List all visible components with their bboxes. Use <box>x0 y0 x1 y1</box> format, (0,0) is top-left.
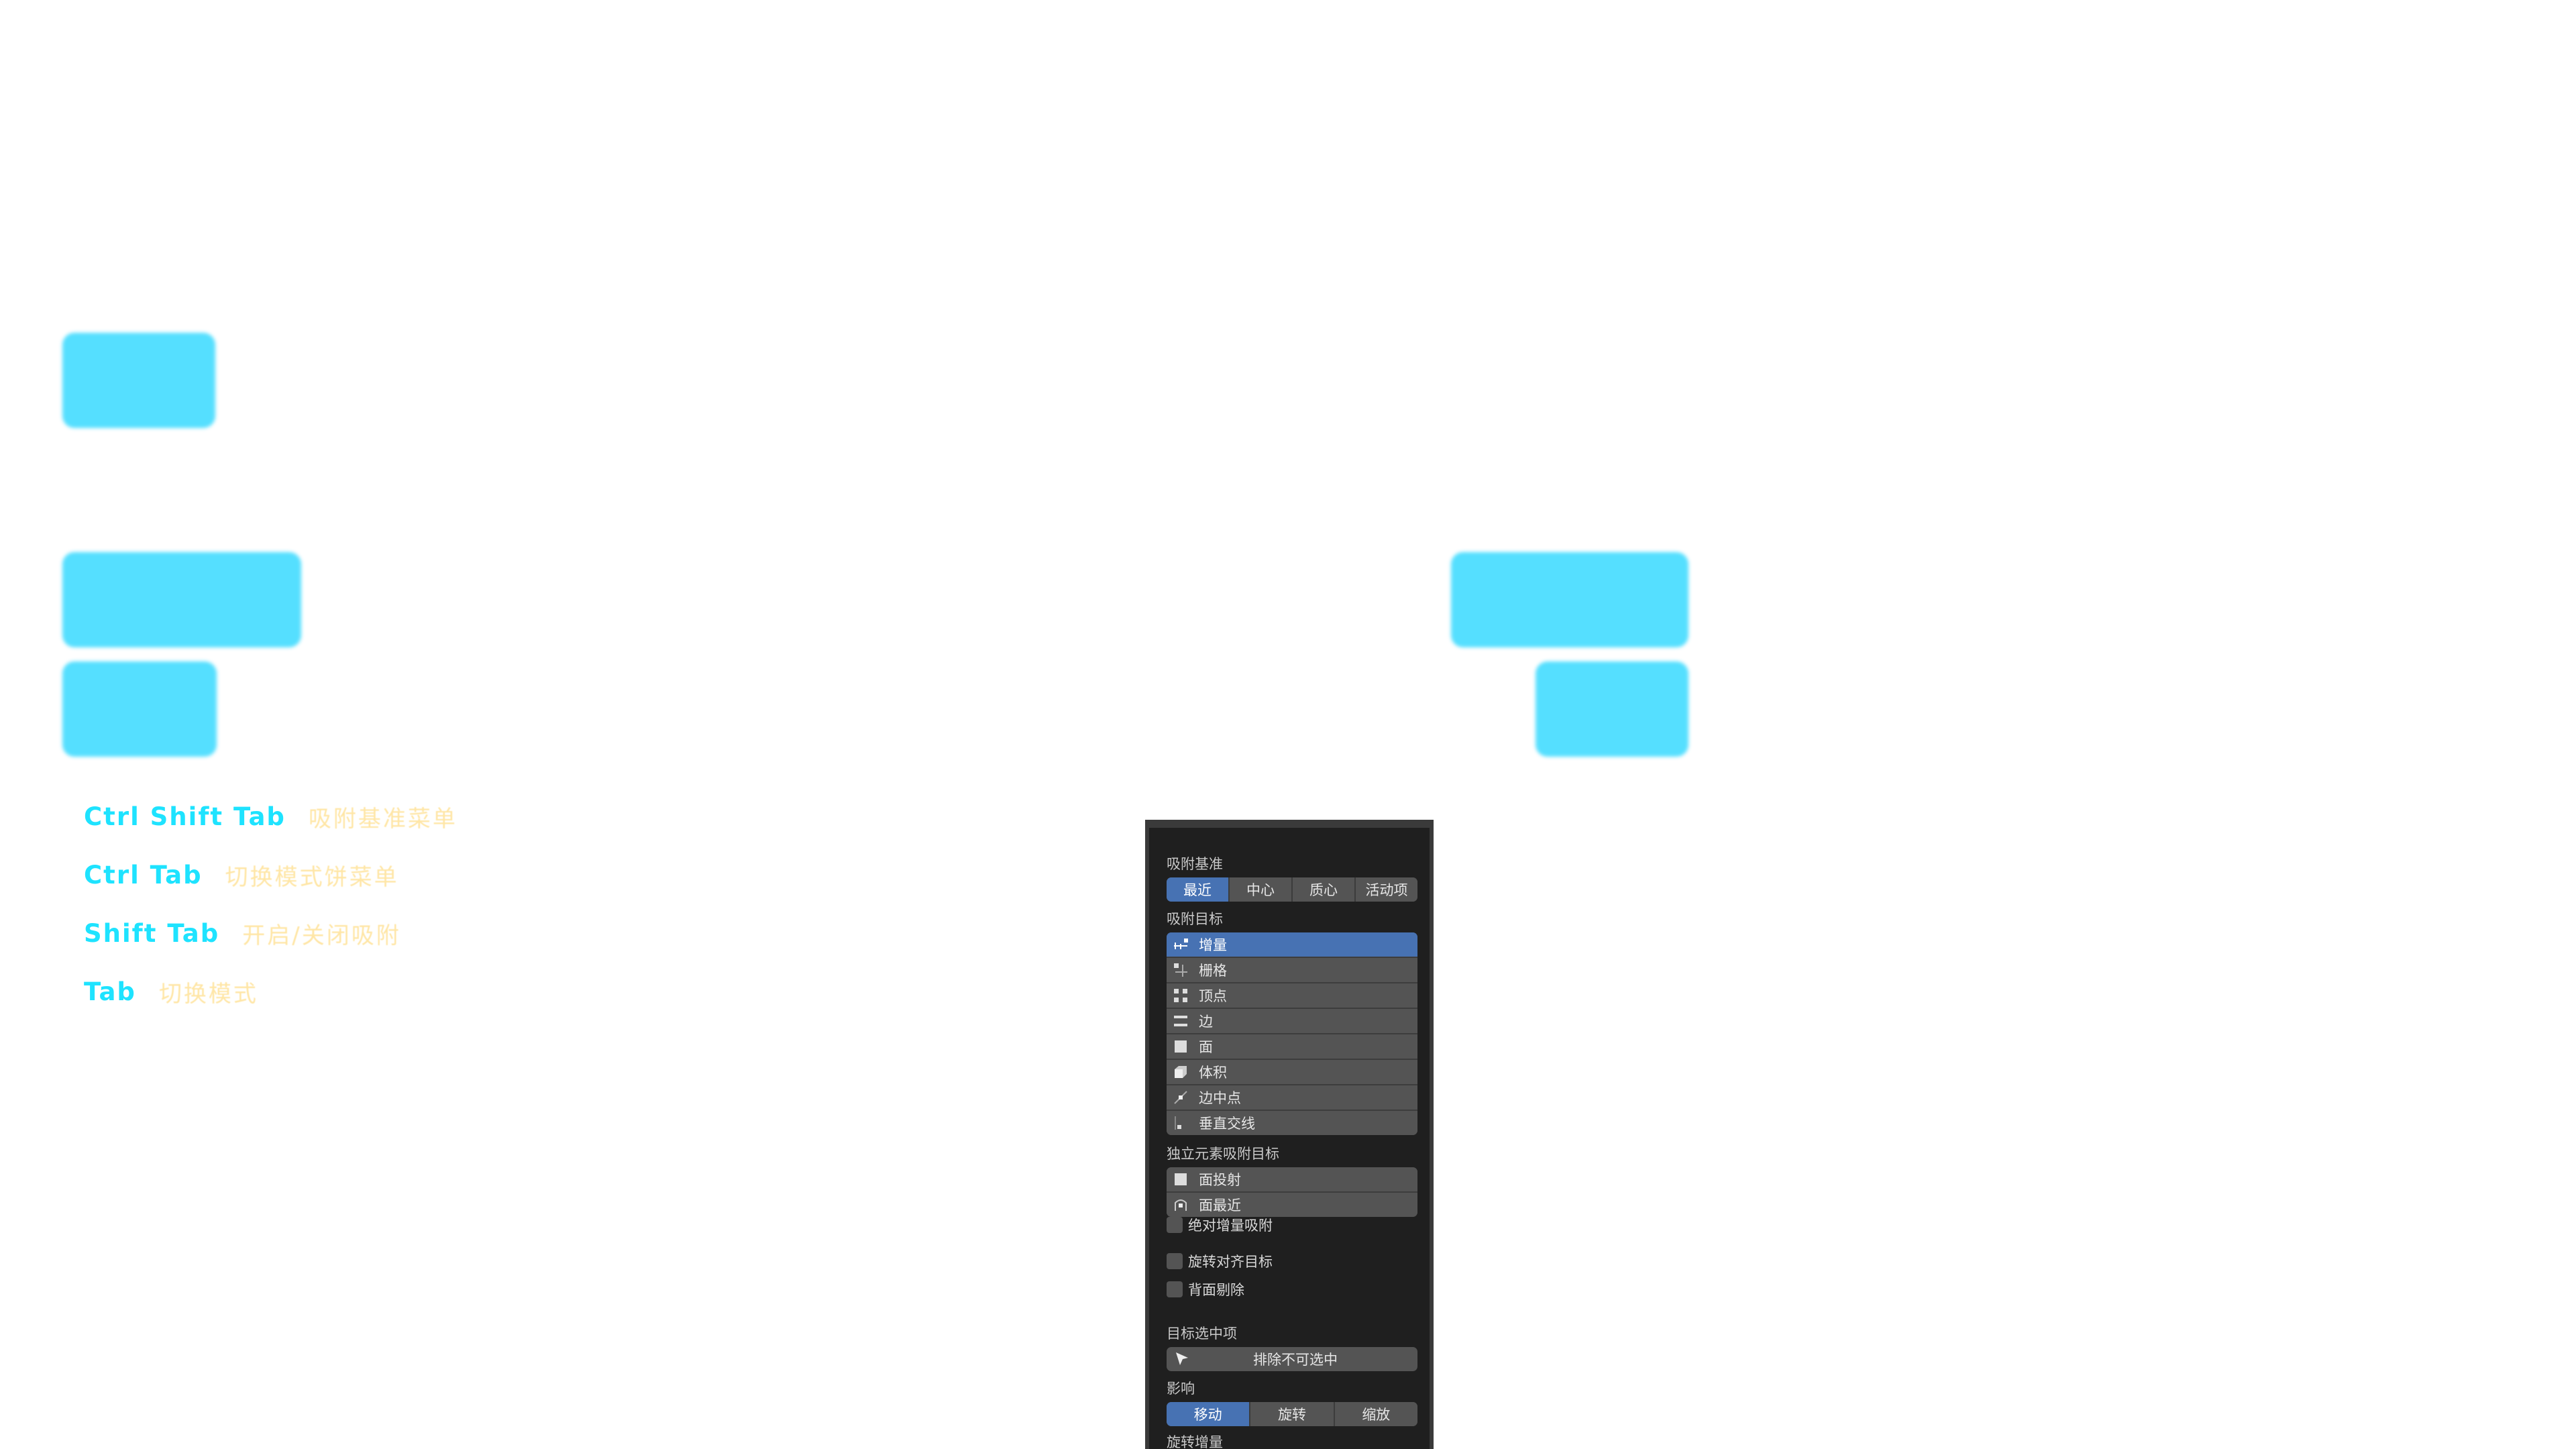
snap-target-increment[interactable]: 增量 <box>1167 932 1417 958</box>
shortcut-row: Ctrl Tab 切换模式饼菜单 <box>84 855 399 895</box>
snap-base-center-button[interactable]: 中心 <box>1230 877 1293 902</box>
button-label: 排除不可选中 <box>1253 1352 1338 1368</box>
list-item-label: 面最近 <box>1199 1197 1241 1214</box>
rotation-increment-label: 旋转增量 <box>1167 1434 1223 1449</box>
snap-target-grid[interactable]: 栅格 <box>1167 958 1417 983</box>
shortcut-description: 切换模式饼菜单 <box>225 863 399 891</box>
volume-icon <box>1172 1063 1189 1081</box>
canvas: Ctrl Shift Tab 吸附基准菜单 Ctrl Tab 切换模式饼菜单 S… <box>0 0 2576 1449</box>
snap-target-edge-midpoint[interactable]: 边中点 <box>1167 1085 1417 1111</box>
list-item-label: 边 <box>1199 1014 1213 1030</box>
cyan-block-5 <box>1536 661 1688 757</box>
snap-target-face[interactable]: 面 <box>1167 1034 1417 1060</box>
snap-settings-panel: 吸附基准 最近 中心 质心 活动项 吸附目标 增量 栅格 顶点 边 面 体积 边… <box>1145 820 1434 1449</box>
snap-base-selector: 最近 中心 质心 活动项 <box>1167 877 1417 902</box>
exclude-non-selectable-button[interactable]: 排除不可选中 <box>1167 1347 1417 1371</box>
checkbox-label: 背面剔除 <box>1188 1282 1244 1298</box>
vertex-icon <box>1172 987 1189 1004</box>
snap-target-volume[interactable]: 体积 <box>1167 1060 1417 1085</box>
shortcut-key: Tab <box>84 977 136 1006</box>
shortcut-description: 吸附基准菜单 <box>308 805 458 833</box>
backface-culling-checkbox[interactable]: 背面剔除 <box>1167 1279 1244 1300</box>
list-item-label: 垂直交线 <box>1199 1116 1255 1132</box>
shortcut-key: Ctrl Shift Tab <box>84 802 286 831</box>
affect-rotate-button[interactable]: 旋转 <box>1250 1402 1335 1426</box>
face-nearest-icon <box>1172 1196 1189 1214</box>
checkbox-box[interactable] <box>1167 1217 1183 1233</box>
shortcut-row: Tab 切换模式 <box>84 971 258 1012</box>
shortcut-key: Ctrl Tab <box>84 860 203 890</box>
affect-scale-button[interactable]: 缩放 <box>1334 1402 1417 1426</box>
checkbox-box[interactable] <box>1167 1253 1183 1269</box>
list-item-label: 面 <box>1199 1039 1213 1055</box>
snap-target-label: 吸附目标 <box>1167 911 1223 927</box>
checkbox-label: 绝对增量吸附 <box>1188 1218 1273 1234</box>
cursor-icon <box>1173 1350 1191 1368</box>
individual-target-face-nearest[interactable]: 面最近 <box>1167 1193 1417 1217</box>
absolute-increment-checkbox[interactable]: 绝对增量吸附 <box>1167 1214 1273 1236</box>
checkbox-box[interactable] <box>1167 1281 1183 1297</box>
grid-icon <box>1172 961 1189 979</box>
align-rotation-checkbox[interactable]: 旋转对齐目标 <box>1167 1250 1273 1272</box>
snap-target-vertex[interactable]: 顶点 <box>1167 983 1417 1009</box>
cyan-block-1 <box>62 333 215 428</box>
individual-target-list: 面投射 面最近 <box>1167 1167 1417 1217</box>
affect-selector: 移动 旋转 缩放 <box>1167 1402 1417 1426</box>
list-item-label: 栅格 <box>1199 963 1227 979</box>
affect-move-button[interactable]: 移动 <box>1167 1402 1251 1426</box>
face-project-icon <box>1172 1171 1189 1188</box>
list-item-label: 边中点 <box>1199 1090 1241 1106</box>
list-item-label: 体积 <box>1199 1065 1227 1081</box>
cyan-block-4 <box>1451 552 1688 647</box>
cyan-block-2 <box>62 552 301 647</box>
shortcut-key: Shift Tab <box>84 918 220 948</box>
shortcut-description: 开启/关闭吸附 <box>242 922 401 949</box>
cyan-block-3 <box>62 661 217 757</box>
list-item-label: 面投射 <box>1199 1172 1241 1188</box>
snap-target-list: 增量 栅格 顶点 边 面 体积 边中点 垂直交线 <box>1167 932 1417 1135</box>
snap-target-edge[interactable]: 边 <box>1167 1009 1417 1034</box>
snap-base-median-button[interactable]: 质心 <box>1293 877 1356 902</box>
snap-base-closest-button[interactable]: 最近 <box>1167 877 1230 902</box>
checkbox-label: 旋转对齐目标 <box>1188 1254 1273 1270</box>
shortcut-row: Ctrl Shift Tab 吸附基准菜单 <box>84 796 458 837</box>
list-item-label: 增量 <box>1199 937 1227 953</box>
edge-midpoint-icon <box>1172 1089 1189 1106</box>
snap-base-active-button[interactable]: 活动项 <box>1356 877 1417 902</box>
snap-target-perpendicular[interactable]: 垂直交线 <box>1167 1111 1417 1135</box>
affect-label: 影响 <box>1167 1381 1195 1397</box>
individual-target-label: 独立元素吸附目标 <box>1167 1146 1279 1162</box>
list-item-label: 顶点 <box>1199 988 1227 1004</box>
perpendicular-icon <box>1172 1114 1189 1132</box>
individual-target-face-project[interactable]: 面投射 <box>1167 1167 1417 1193</box>
increment-icon <box>1172 936 1189 953</box>
face-icon <box>1172 1038 1189 1055</box>
shortcut-row: Shift Tab 开启/关闭吸附 <box>84 913 401 953</box>
snap-base-label: 吸附基准 <box>1167 856 1223 872</box>
target-selection-label: 目标选中项 <box>1167 1326 1237 1342</box>
shortcut-description: 切换模式 <box>158 980 258 1008</box>
edge-icon <box>1172 1012 1189 1030</box>
